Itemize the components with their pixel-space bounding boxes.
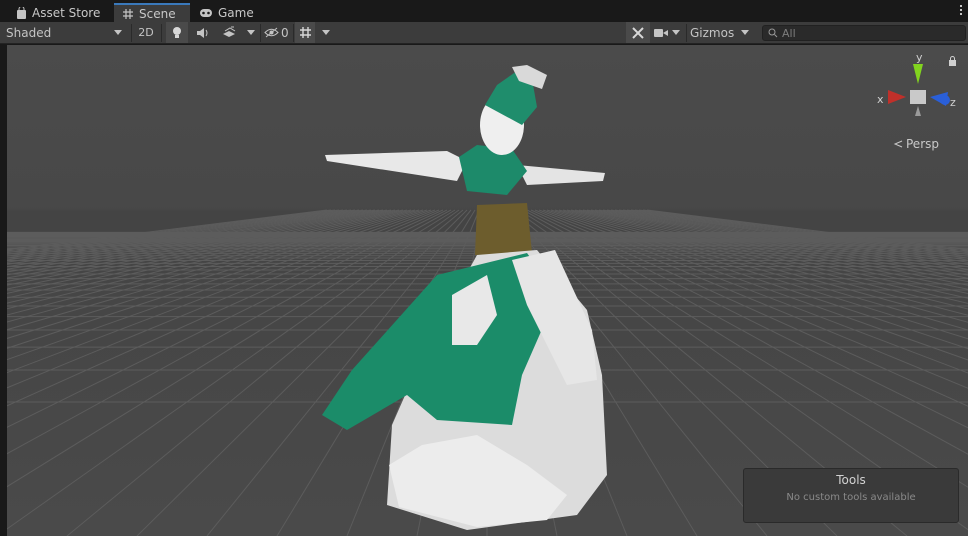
tools-title: Tools [836,473,866,487]
audio-toggle[interactable] [192,22,214,43]
tab-game[interactable]: Game [191,3,262,22]
gizmos-dropdown[interactable]: Gizmos [689,22,755,43]
more-options-icon[interactable] [960,5,962,15]
projection-toggle[interactable]: Persp [893,137,939,151]
eye-hidden-icon [264,27,279,38]
tools-overlay[interactable]: Tools No custom tools available [743,468,959,523]
grid-snap-icon [299,27,311,38]
lightbulb-icon [173,27,181,38]
search-placeholder: All [782,26,796,40]
tab-label: Game [218,5,254,20]
tab-label: Asset Store [32,5,101,20]
camera-dropdown[interactable] [654,22,684,43]
chevron-down-icon [672,30,680,35]
gamepad-icon [200,8,212,17]
lock-icon[interactable] [948,56,957,66]
gizmo-y-axis[interactable] [913,64,923,84]
layers-icon [222,26,235,37]
tab-scene[interactable]: Scene [114,3,190,22]
orientation-gizmo[interactable]: y x z [870,52,960,122]
axis-y-label: y [916,52,923,64]
chevron-down-icon [322,30,330,35]
grid-icon [123,8,133,19]
bag-icon [17,6,26,19]
shading-mode-label: Shaded [6,25,52,40]
chevron-down-icon [247,30,255,35]
divider [686,24,687,42]
axis-z-label: z [950,96,956,109]
scene-visibility-toggle[interactable]: 0 [264,22,292,43]
tab-bar: Asset Store Scene Game [0,0,968,22]
tool-settings-button[interactable] [626,22,650,43]
grid-dropdown[interactable] [318,22,334,43]
gizmo-x-axis[interactable] [888,90,906,104]
lighting-toggle[interactable] [166,22,188,43]
divider [293,24,294,42]
search-icon [768,28,778,38]
scene-toolbar: Shaded 2D 0 Gizmos All [0,22,968,44]
speaker-icon [197,27,208,38]
camera-icon [654,28,668,37]
perspective-icon [893,140,903,148]
tab-label: Scene [139,6,176,21]
gizmos-label: Gizmos [690,25,735,40]
shading-mode-dropdown[interactable]: Shaded [0,22,128,43]
chevron-down-icon [741,30,750,35]
divider [260,24,261,42]
hidden-count: 0 [281,25,289,40]
chevron-down-icon [114,30,122,35]
scene-viewport[interactable] [7,45,968,536]
axis-x-label: x [877,93,884,106]
divider [131,24,132,42]
gizmo-center[interactable] [910,90,926,104]
tools-message: No custom tools available [786,492,916,503]
mode-2d-button[interactable]: 2D [134,22,158,43]
tools-icon [632,26,644,39]
mode-2d-label: 2D [138,26,154,39]
search-field[interactable]: All [762,25,966,41]
divider [161,24,162,42]
grid-toggle[interactable] [295,22,315,43]
scene-grid [7,45,968,536]
effects-dropdown[interactable] [244,22,258,43]
gizmo-z-axis[interactable] [930,92,950,106]
tab-asset-store[interactable]: Asset Store [8,3,108,22]
effects-toggle[interactable] [218,22,240,43]
projection-label: Persp [906,137,939,151]
